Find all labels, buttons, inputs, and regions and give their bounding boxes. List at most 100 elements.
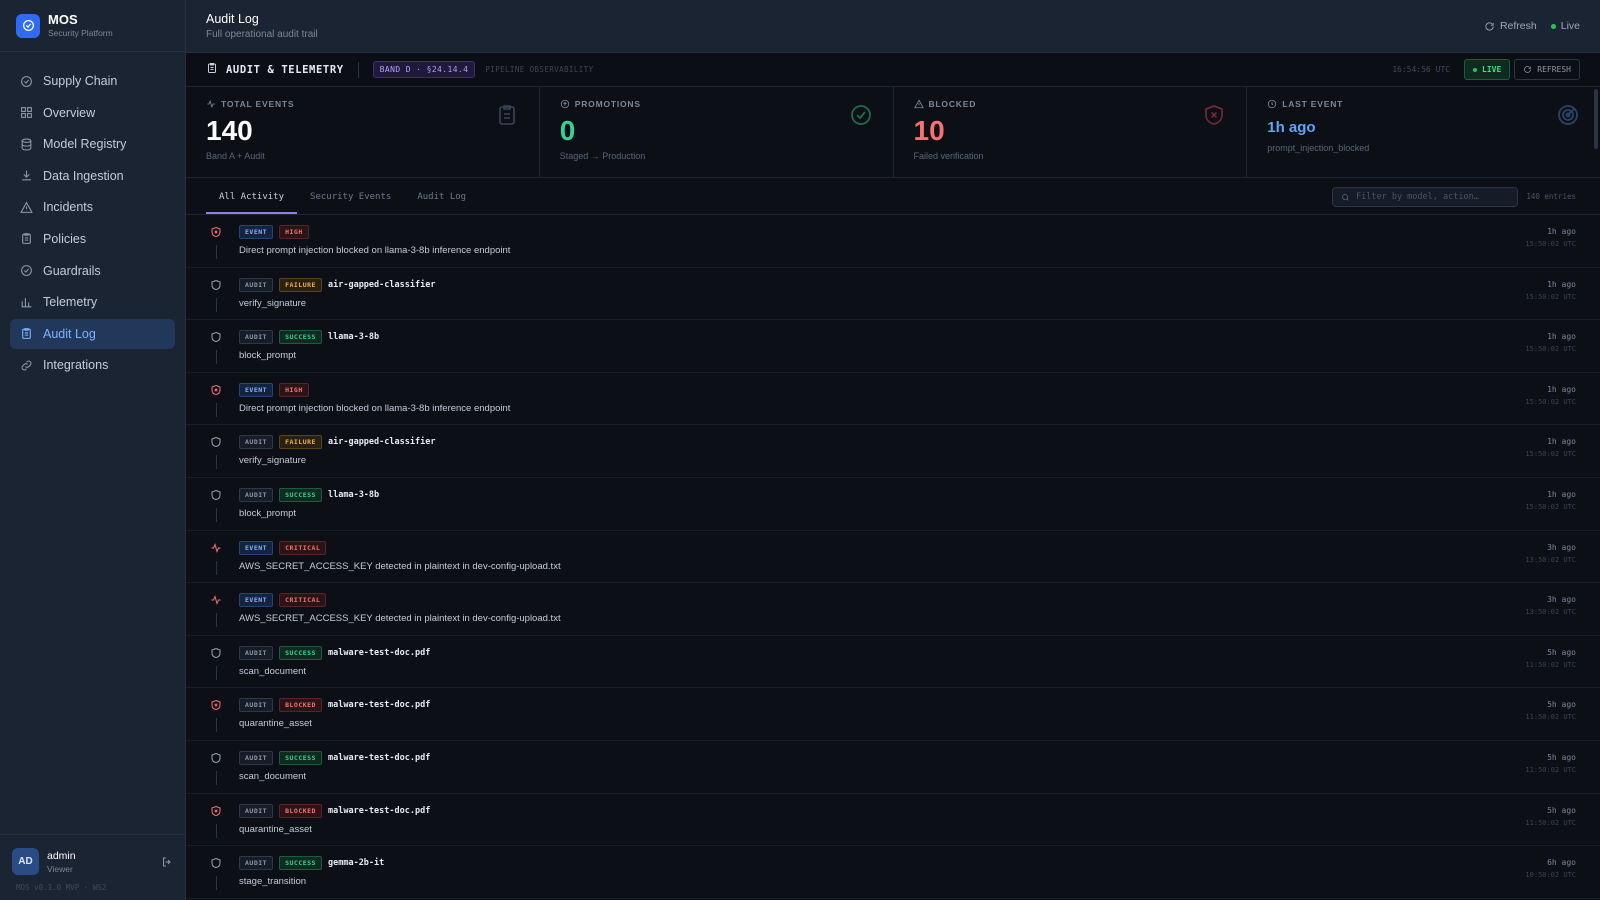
absolute-time: 15:50:02 UTC (1525, 292, 1576, 301)
scroll-icon (206, 61, 226, 79)
row-description: quarantine_asset (239, 823, 312, 835)
list-item[interactable]: AUDIT SUCCESS gemma-2b-it stage_transiti… (186, 846, 1600, 899)
list-item[interactable]: EVENT CRITICAL AWS_SECRET_ACCESS_KEY det… (186, 531, 1600, 584)
timeline-connector (215, 718, 217, 733)
brand[interactable]: MOS Security Platform (0, 0, 185, 52)
live-indicator[interactable]: Live (1561, 20, 1580, 32)
row-description: AWS_SECRET_ACCESS_KEY detected in plaint… (239, 560, 561, 572)
relative-time: 1h ago (1547, 384, 1576, 394)
row-description: verify_signature (239, 297, 307, 309)
shield-x-icon (211, 226, 221, 238)
shield-x-icon (210, 225, 222, 243)
main-content: Audit Log Full operational audit trail R… (186, 0, 1600, 900)
shield-logo-icon (16, 13, 40, 38)
timeline-connector (215, 613, 217, 628)
list-item[interactable]: AUDIT BLOCKED malware-test-doc.pdf quara… (186, 794, 1600, 847)
scrollbar[interactable] (1594, 89, 1598, 149)
entry-count: 140 entries (1526, 192, 1576, 201)
shield-x-icon (211, 700, 221, 711)
list-item[interactable]: AUDIT BLOCKED malware-test-doc.pdf quara… (186, 688, 1600, 741)
page-header: Audit Log Full operational audit trail R… (186, 0, 1600, 53)
list-item[interactable]: AUDIT FAILURE air-gapped-classifier veri… (186, 268, 1600, 321)
sidebar-item-model-registry[interactable]: Model Registry (10, 129, 175, 159)
row-description: Direct prompt injection blocked on llama… (239, 245, 511, 256)
list-item[interactable]: AUDIT SUCCESS malware-test-doc.pdf scan_… (186, 741, 1600, 794)
absolute-time: 11:50:02 UTC (1525, 660, 1576, 669)
tab-all-activity[interactable]: All Activity (206, 192, 298, 214)
asset-name: malware-test-doc.pdf (327, 700, 431, 711)
shield-icon (211, 489, 221, 500)
list-item[interactable]: EVENT HIGH Direct prompt injection block… (186, 215, 1600, 268)
list-item[interactable]: EVENT CRITICAL AWS_SECRET_ACCESS_KEY det… (186, 583, 1600, 636)
app-root: MOS Security Platform Supply Chain Overv… (0, 0, 1600, 900)
absolute-time: 11:50:02 UTC (1525, 713, 1576, 722)
list-item[interactable]: AUDIT FAILURE air-gapped-classifier veri… (186, 425, 1600, 478)
sidebar-item-guardrails[interactable]: Guardrails (10, 256, 175, 286)
relative-time: 1h ago (1547, 437, 1576, 447)
tab-audit-log[interactable]: Audit Log (404, 192, 479, 214)
sidebar-item-supply-chain[interactable]: Supply Chain (10, 66, 175, 96)
stat-label: LAST EVENT (1282, 99, 1344, 109)
grid-icon (21, 107, 32, 119)
stat-last-event: LAST EVENT 1h ago prompt_injection_block… (1247, 87, 1600, 177)
list-item[interactable]: EVENT HIGH Direct prompt injection block… (186, 373, 1600, 426)
timeline-connector (215, 560, 217, 575)
sidebar-item-label: Audit Log (43, 326, 96, 341)
sidebar-item-audit-log[interactable]: Audit Log (10, 318, 175, 349)
stat-subtext: Failed verification (913, 151, 984, 161)
live-button[interactable]: LIVE (1464, 59, 1511, 80)
shield-icon (210, 435, 222, 453)
absolute-time: 15:50:02 UTC (1525, 502, 1576, 511)
timeline-connector (215, 507, 217, 522)
sidebar-item-data-ingestion[interactable]: Data Ingestion (10, 161, 175, 191)
sidebar-item-label: Integrations (43, 358, 109, 373)
scroll-icon (22, 328, 31, 340)
filter-input[interactable] (1356, 192, 1506, 202)
sidebar-item-overview[interactable]: Overview (10, 98, 175, 128)
relative-time: 3h ago (1547, 542, 1576, 552)
shield-icon (210, 856, 222, 874)
shield-x-icon (211, 805, 221, 816)
tab-security-events[interactable]: Security Events (297, 192, 404, 214)
sidebar-item-incidents[interactable]: Incidents (10, 192, 175, 222)
version-label: MOS v0.1.0 MVP · WS2 (16, 883, 107, 892)
absolute-time: 11:50:02 UTC (1525, 765, 1576, 774)
refresh-telemetry-button[interactable]: REFRESH (1514, 59, 1580, 80)
filter-box (1332, 187, 1518, 207)
sidebar-nav: Supply Chain Overview Model Registry Dat… (0, 52, 185, 396)
sidebar-item-integrations[interactable]: Integrations (10, 350, 175, 380)
refresh-button[interactable]: Refresh (1484, 20, 1537, 32)
timeline-connector (215, 402, 217, 417)
shield-icon (210, 646, 222, 664)
relative-time: 5h ago (1547, 752, 1576, 762)
avatar[interactable]: AD (12, 848, 39, 875)
utc-clock: 16:54:56 UTC (1392, 65, 1451, 74)
type-badge: AUDIT (239, 435, 274, 450)
sidebar-item-policies[interactable]: Policies (10, 224, 175, 254)
relative-time: 6h ago (1547, 858, 1576, 868)
relative-time: 1h ago (1547, 227, 1576, 236)
stat-subtext: prompt_injection_blocked (1267, 143, 1370, 153)
list-item[interactable]: AUDIT SUCCESS llama-3-8b block_prompt 1h… (186, 478, 1600, 531)
list-item[interactable]: AUDIT SUCCESS malware-test-doc.pdf scan_… (186, 636, 1600, 689)
asset-name: air-gapped-classifier (327, 437, 436, 448)
shield-x-icon (1205, 105, 1224, 125)
section-title: AUDIT & TELEMETRY (226, 63, 344, 76)
row-description: Direct prompt injection blocked on llama… (239, 402, 511, 414)
clipboard-icon (22, 233, 31, 245)
pulse-icon (210, 593, 222, 611)
shield-icon (211, 858, 221, 869)
asset-name: malware-test-doc.pdf (327, 752, 431, 763)
refresh-label: Refresh (1499, 20, 1537, 32)
list-item[interactable]: AUDIT SUCCESS llama-3-8b block_prompt 1h… (186, 320, 1600, 373)
row-description: scan_document (239, 770, 307, 782)
relative-time: 1h ago (1547, 489, 1576, 499)
warning-icon (20, 201, 33, 213)
sidebar-item-telemetry[interactable]: Telemetry (10, 287, 175, 317)
sidebar-item-label: Guardrails (43, 263, 101, 278)
asset-name: llama-3-8b (327, 332, 380, 343)
row-description: block_prompt (239, 507, 297, 519)
absolute-time: 15:50:02 UTC (1525, 450, 1576, 459)
relative-time: 5h ago (1547, 647, 1576, 657)
logout-icon[interactable] (161, 856, 173, 868)
